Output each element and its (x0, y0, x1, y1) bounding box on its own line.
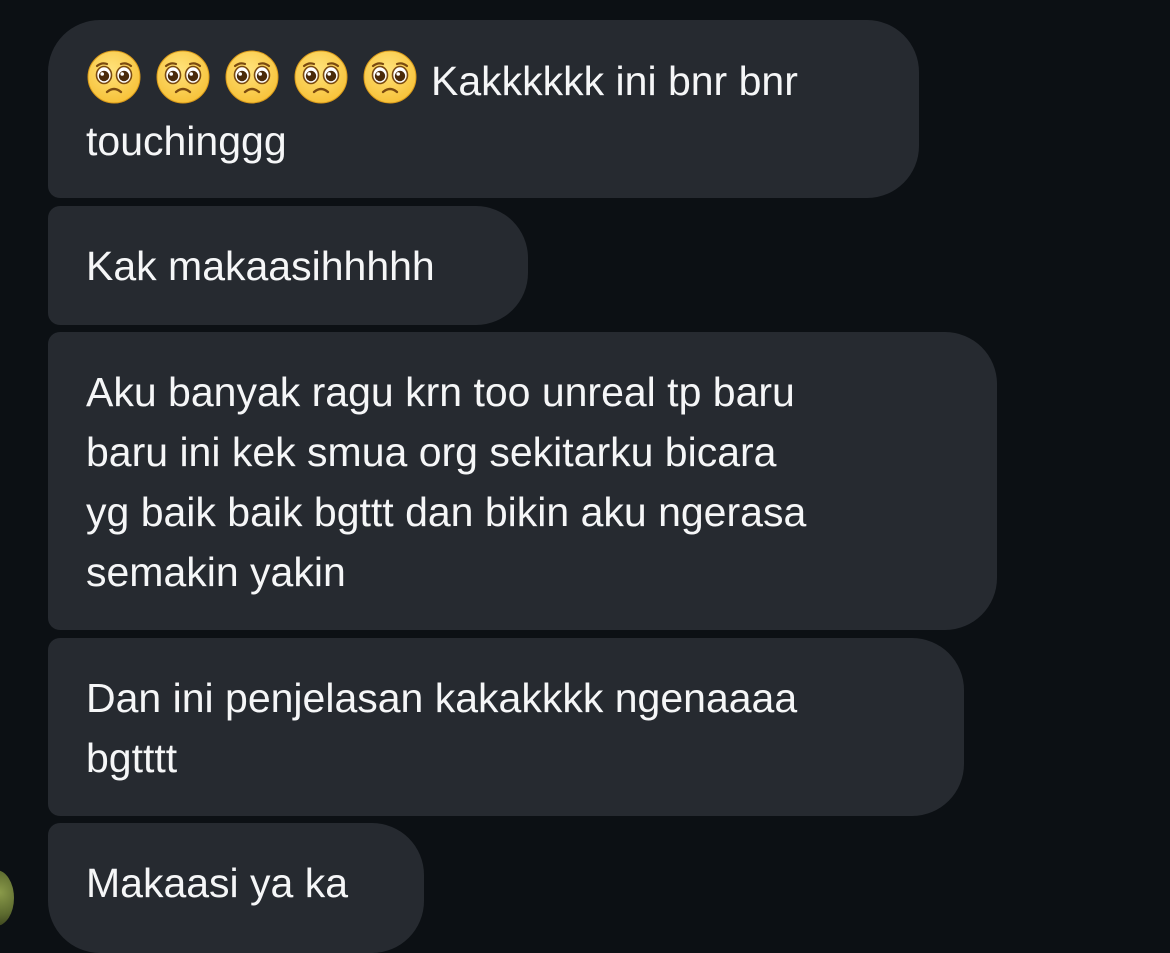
pleading-face-icon (362, 49, 418, 105)
message-bubble[interactable]: Aku banyak ragu krn too unreal tp baru b… (48, 332, 997, 630)
message-text: Kakkkkkk ini bnr bnr (431, 58, 798, 104)
sender-avatar[interactable] (0, 870, 14, 926)
message-bubble[interactable]: Makaasi ya ka (48, 823, 424, 953)
message-text: touchinggg (86, 118, 287, 164)
pleading-face-icon (86, 49, 142, 105)
message-text: Aku banyak ragu krn too unreal tp baru (86, 369, 795, 415)
message-text: Dan ini penjelasan kakakkkk ngenaaaa (86, 675, 798, 721)
message-text: Kak makaasihhhhh (86, 243, 435, 289)
pleading-face-icon (293, 49, 349, 105)
message-text: semakin yakin (86, 549, 346, 595)
message-thread: Kakkkkkk ini bnr bnr touchinggg Kak maka… (0, 0, 1170, 953)
message-bubble[interactable]: Kakkkkkk ini bnr bnr touchinggg (48, 20, 919, 198)
message-text: bgtttt (86, 735, 178, 781)
message-text: yg baik baik bgttt dan bikin aku ngerasa (86, 489, 807, 535)
message-text: baru ini kek smua org sekitarku bicara (86, 429, 777, 475)
pleading-face-icon (155, 49, 211, 105)
message-bubble[interactable]: Kak makaasihhhhh (48, 206, 528, 325)
message-bubble[interactable]: Dan ini penjelasan kakakkkk ngenaaaa bgt… (48, 638, 964, 816)
pleading-face-icon (224, 49, 280, 105)
message-text: Makaasi ya ka (86, 860, 349, 906)
